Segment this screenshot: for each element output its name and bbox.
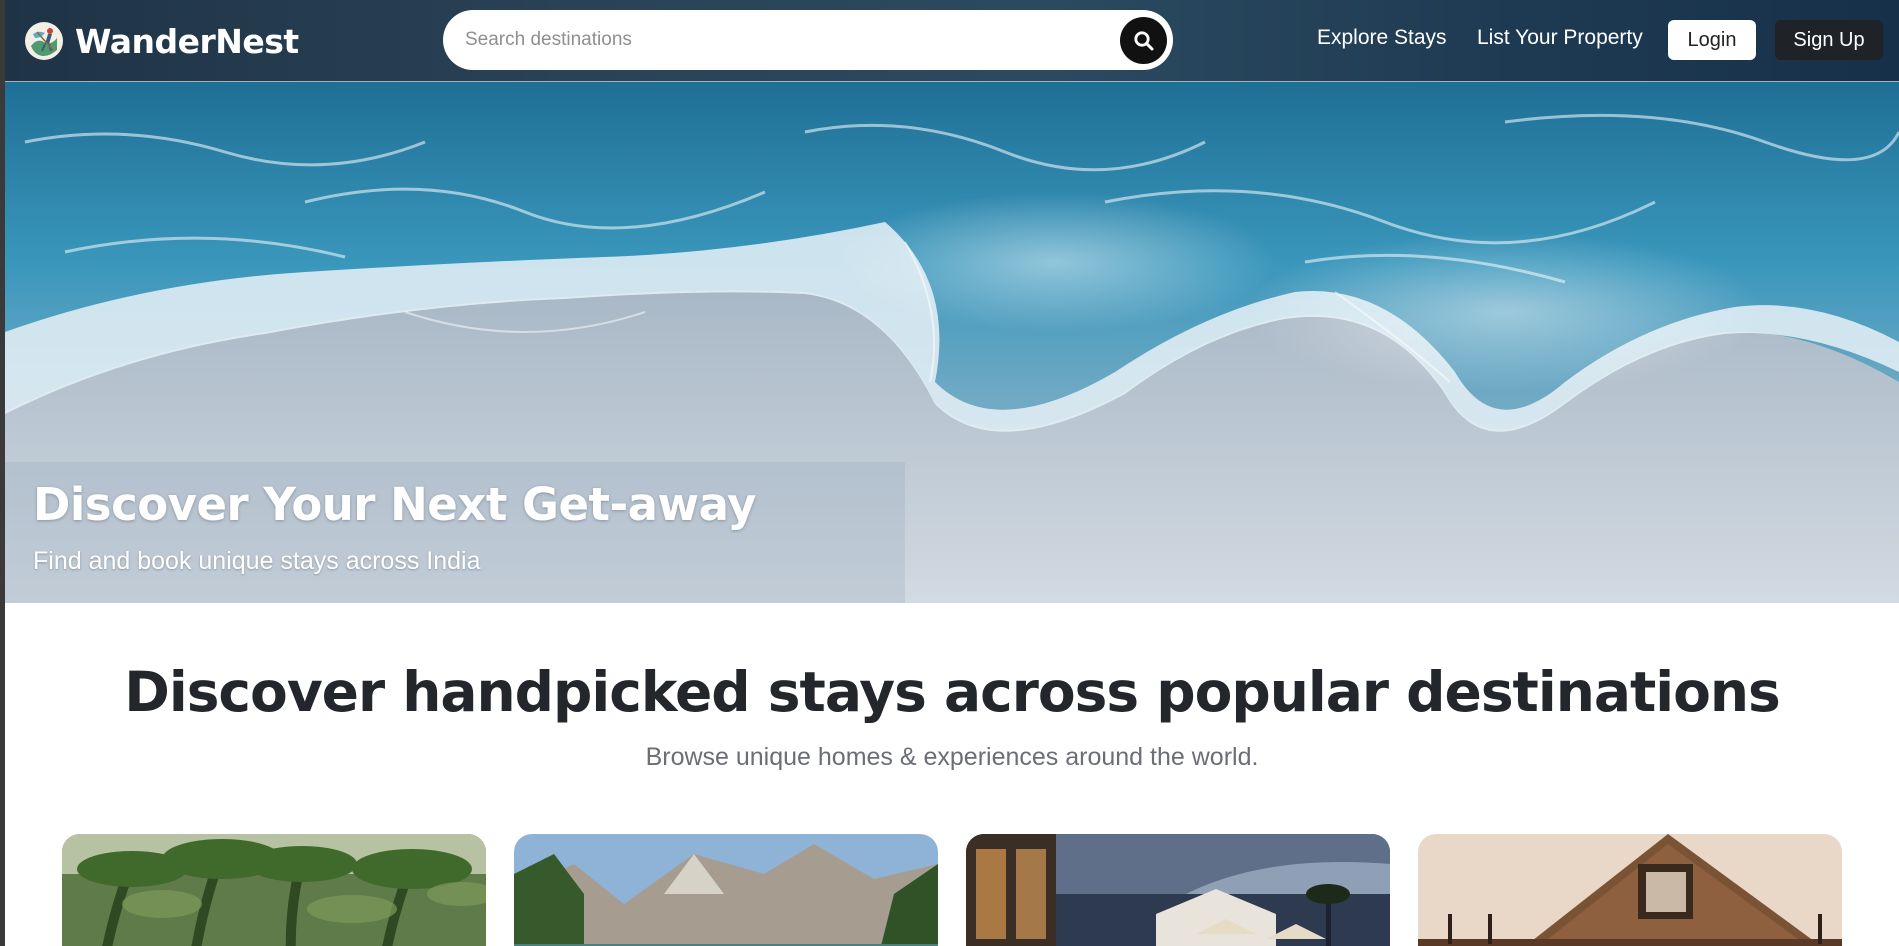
brand-link[interactable]: WanderNest [23,20,299,62]
brand-name: WanderNest [75,21,299,61]
hero-subtitle: Find and book unique stays across India [33,547,481,575]
nav-list-property[interactable]: List Your Property [1477,26,1643,50]
globe-traveler-icon [25,22,63,60]
search-icon [1133,30,1153,50]
overwater-villa-image [1418,834,1842,946]
section-title: Discover handpicked stays across popular… [124,660,1781,724]
destination-card[interactable] [1418,834,1842,946]
search-input[interactable] [465,10,1085,70]
search-button[interactable] [1120,17,1167,64]
destination-card[interactable] [966,834,1390,946]
page: WanderNest Explore Stays List Your Prope… [5,0,1899,946]
destination-card[interactable] [62,834,486,946]
signup-button[interactable]: Sign Up [1775,20,1883,60]
restaurant-terrace-image [966,834,1390,946]
destination-card[interactable] [514,834,938,946]
hero-banner: Discover Your Next Get-away Find and boo… [5,82,1899,603]
navbar: WanderNest Explore Stays List Your Prope… [5,0,1899,82]
login-button[interactable]: Login [1668,20,1756,60]
search-bar [443,10,1173,70]
palm-trees-image [62,834,486,946]
hero-title: Discover Your Next Get-away [33,478,756,531]
section-subtitle: Browse unique homes & experiences around… [645,743,1259,771]
mountain-lake-image [514,834,938,946]
nav-explore-stays[interactable]: Explore Stays [1317,26,1447,50]
